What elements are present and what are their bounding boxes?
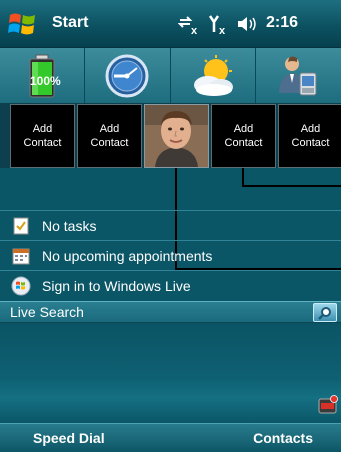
svg-text:x: x [219,25,226,36]
tasks-icon [6,211,36,240]
calendar-icon [6,241,36,270]
contacts-strip: Add Contact Add Contact Add Contact Add … [0,103,341,168]
svg-text:x: x [191,25,198,36]
appointments-row[interactable]: No upcoming appointments [0,241,341,270]
title-bar: Start x x 2:16 [0,0,341,48]
contacts-tile[interactable] [256,48,341,103]
add-contact-button-1[interactable]: Add Contact [10,104,75,168]
tasks-row[interactable]: No tasks [0,211,341,240]
plugin-tiles: 100% [0,48,341,103]
windows-live-row[interactable]: Sign in to Windows Live [0,271,341,300]
tasks-label: No tasks [42,217,97,234]
clock-icon [105,54,149,97]
contacts-icon [279,56,317,95]
today-background [0,323,341,423]
add-contact-button-2[interactable]: Add Contact [77,104,142,168]
speed-dial-softkey[interactable]: Speed Dial [33,430,105,446]
speaker-icon [238,17,256,31]
ram-icon[interactable] [318,395,338,415]
windows-live-icon [6,271,36,300]
data-connection-icon: x [177,16,198,37]
windows-live-label: Sign in to Windows Live [42,277,191,294]
search-icon [318,306,331,320]
clock[interactable]: 2:16 [266,14,298,32]
appointments-label: No upcoming appointments [42,247,213,264]
windows-flag-icon[interactable] [6,9,42,39]
add-contact-button-3[interactable]: Add Contact [211,104,276,168]
contacts-softkey[interactable]: Contacts [253,430,313,446]
softkey-bar: Speed Dial Contacts [0,423,341,452]
live-search-bar [0,301,341,323]
weather-tile[interactable] [171,48,256,103]
search-button[interactable] [313,303,337,322]
no-signal-icon: x [208,15,226,37]
clock-tile[interactable] [85,48,171,103]
start-menu-label[interactable]: Start [52,14,88,32]
battery-percent: 100% [30,74,61,88]
add-contact-button-4[interactable]: Add Contact [278,104,341,168]
status-icons[interactable]: x x [177,12,278,37]
battery-tile[interactable]: 100% [0,48,86,103]
contact-photo[interactable] [144,104,209,168]
weather-icon [193,54,233,96]
search-input[interactable] [0,302,312,322]
